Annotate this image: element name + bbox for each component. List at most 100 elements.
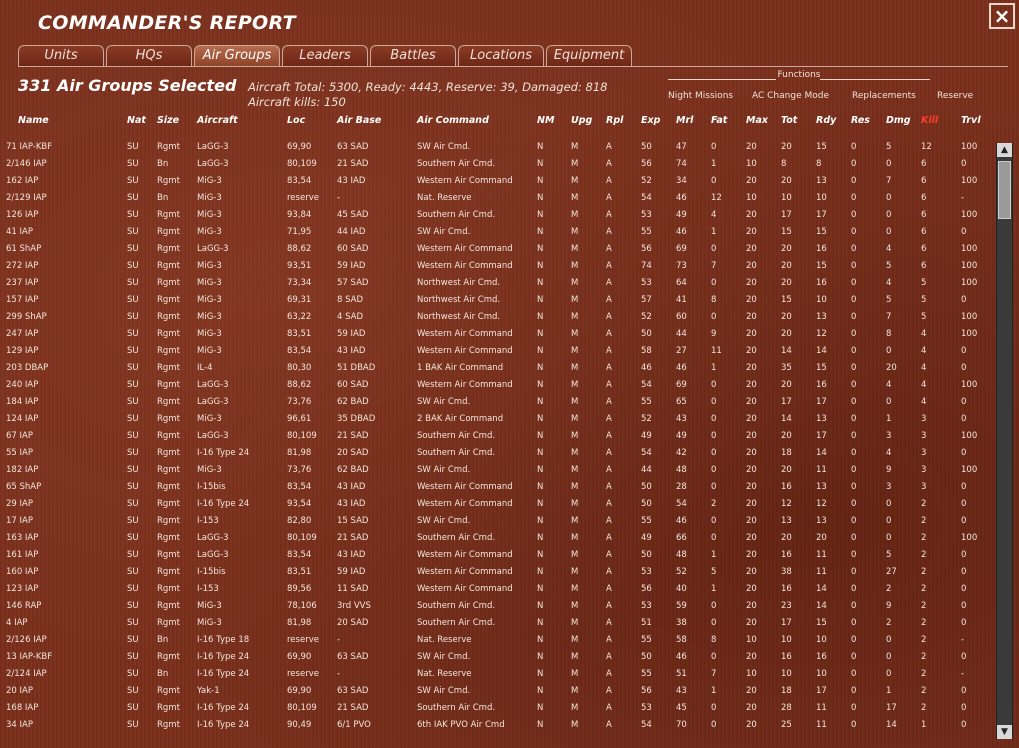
column-header-loc[interactable]: Loc <box>287 115 305 126</box>
column-header-nat[interactable]: Nat <box>127 115 146 126</box>
table-row[interactable]: 71 IAP-KBF SU Rgmt LaGG-3 69,90 63 SAD SW Air … <box>0 139 995 156</box>
table-row[interactable]: 41 IAP SU Rgmt MiG-3 71,95 44 IAD SW Air Cmd. N… <box>0 224 995 241</box>
cell-rdy: 17 <box>816 397 827 407</box>
table-row[interactable]: 67 IAP SU Rgmt LaGG-3 80,109 21 SAD Southern A… <box>0 428 995 445</box>
tab-hqs[interactable]: HQs <box>106 45 192 66</box>
column-header-max[interactable]: Max <box>746 115 768 126</box>
table-row[interactable]: 65 ShAP SU Rgmt I-15bis 83,54 43 IAD Western A… <box>0 479 995 496</box>
column-header-kill[interactable]: Kill <box>921 115 938 126</box>
cell-size: Rgmt <box>157 210 180 220</box>
cell-mrl: 74 <box>676 159 687 169</box>
cell-trvl: 100 <box>961 312 978 322</box>
column-header-upg[interactable]: Upg <box>571 115 592 126</box>
table-row[interactable]: 237 IAP SU Rgmt MiG-3 73,34 57 SAD Northwest A… <box>0 275 995 292</box>
function-ac-change-modebutton[interactable]: AC Change Mode <box>752 91 829 101</box>
column-header-air-command[interactable]: Air Command <box>417 115 489 126</box>
scroll-down-button[interactable]: ▼ <box>997 725 1012 739</box>
table-row[interactable]: 240 IAP SU Rgmt LaGG-3 88,62 60 SAD Western Ai… <box>0 377 995 394</box>
cell-air-command: Western Air Command <box>417 567 513 577</box>
tab-units[interactable]: Units <box>18 45 104 66</box>
tab-air-groups[interactable]: Air Groups <box>194 45 280 66</box>
table-row[interactable]: 272 IAP SU Rgmt MiG-3 93,51 59 IAD Western Air… <box>0 258 995 275</box>
table-row[interactable]: 184 IAP SU Rgmt LaGG-3 73,76 62 BAD SW Air Cmd… <box>0 394 995 411</box>
function-replacementsbutton[interactable]: Replacements <box>852 91 916 101</box>
column-header-rdy[interactable]: Rdy <box>816 115 836 126</box>
table-row[interactable]: 34 IAP SU Rgmt I-16 Type 24 90,49 6/1 PVO 6th … <box>0 717 995 734</box>
column-header-rpl[interactable]: Rpl <box>606 115 623 126</box>
scroll-up-button[interactable]: ▲ <box>997 143 1012 157</box>
table-row[interactable]: 160 IAP SU Rgmt I-15bis 83,51 59 IAD Western A… <box>0 564 995 581</box>
table-row[interactable]: 61 ShAP SU Rgmt LaGG-3 88,62 60 SAD Western Ai… <box>0 241 995 258</box>
table-row[interactable]: 161 IAP SU Rgmt LaGG-3 83,54 43 IAD Western Ai… <box>0 547 995 564</box>
table-row[interactable]: 2/146 IAP SU Bn LaGG-3 80,109 21 SAD Southern … <box>0 156 995 173</box>
table-row[interactable]: 157 IAP SU Rgmt MiG-3 69,31 8 SAD Northwest Ai… <box>0 292 995 309</box>
cell-upg: M <box>571 516 579 526</box>
cell-kill: 3 <box>921 482 927 492</box>
table-row[interactable]: 203 DBAP SU Rgmt IL-4 80,30 51 DBAD 1 BAK Air … <box>0 360 995 377</box>
table-row[interactable]: 2/129 IAP SU Bn MiG-3 reserve - Nat. Reserve N M… <box>0 190 995 207</box>
cell-rpl: A <box>606 567 612 577</box>
table-row[interactable]: 146 RAP SU Rgmt MiG-3 78,106 3rd VVS Southern … <box>0 598 995 615</box>
table-row[interactable]: 55 IAP SU Rgmt I-16 Type 24 81,98 20 SAD South… <box>0 445 995 462</box>
function-reservebutton[interactable]: Reserve <box>937 91 973 101</box>
column-header-res[interactable]: Res <box>851 115 870 126</box>
cell-res: 0 <box>851 499 857 509</box>
cell-dmg: 3 <box>886 482 892 492</box>
cell-mrl: 44 <box>676 329 687 339</box>
cell-loc: 93,51 <box>287 261 312 271</box>
cell-max: 20 <box>746 533 757 543</box>
cell-aircraft: I-153 <box>197 516 219 526</box>
table-row[interactable]: 182 IAP SU Rgmt MiG-3 73,76 62 BAD SW Air Cmd.… <box>0 462 995 479</box>
column-header-mrl[interactable]: Mrl <box>676 115 693 126</box>
column-header-tot[interactable]: Tot <box>781 115 797 126</box>
cell-tot: 25 <box>781 720 792 730</box>
cell-mrl: 60 <box>676 312 687 322</box>
cell-fat: 0 <box>711 312 717 322</box>
table-row[interactable]: 163 IAP SU Rgmt LaGG-3 80,109 21 SAD Southern … <box>0 530 995 547</box>
table-row[interactable]: 123 IAP SU Rgmt I-153 89,56 11 SAD Western Air… <box>0 581 995 598</box>
table-row[interactable]: 17 IAP SU Rgmt I-153 82,80 15 SAD SW Air Cmd. N… <box>0 513 995 530</box>
column-header-nm[interactable]: NM <box>537 115 554 126</box>
table-row[interactable]: 2/126 IAP SU Bn I-16 Type 18 reserve - Nat. Re… <box>0 632 995 649</box>
cell-name: 124 IAP <box>6 414 39 424</box>
table-row[interactable]: 299 ShAP SU Rgmt MiG-3 63,22 4 SAD Northwest A… <box>0 309 995 326</box>
cell-air-command: 1 BAK Air Command <box>417 363 504 373</box>
table-scrollbar[interactable]: ▲ ▼ <box>996 143 1013 739</box>
table-row[interactable]: 13 IAP-KBF SU Rgmt I-16 Type 24 69,90 63 SAD S… <box>0 649 995 666</box>
table-row[interactable]: 129 IAP SU Rgmt MiG-3 83,54 43 IAD Western Air… <box>0 343 995 360</box>
column-header-name[interactable]: Name <box>18 115 49 126</box>
column-header-dmg[interactable]: Dmg <box>886 115 911 126</box>
table-row[interactable]: 4 IAP SU Rgmt MiG-3 81,98 20 SAD Southern Air … <box>0 615 995 632</box>
close-button[interactable]: × <box>989 3 1015 29</box>
cell-fat: 5 <box>711 567 717 577</box>
cell-max: 20 <box>746 601 757 611</box>
table-row[interactable]: 20 IAP SU Rgmt Yak-1 69,90 63 SAD SW Air Cmd. N… <box>0 683 995 700</box>
column-header-size[interactable]: Size <box>157 115 179 126</box>
column-header-trvl[interactable]: Trvl <box>961 115 981 126</box>
table-row[interactable]: 247 IAP SU Rgmt MiG-3 83,51 59 IAD Western Air… <box>0 326 995 343</box>
table-row[interactable]: 124 IAP SU Rgmt MiG-3 96,61 35 DBAD 2 BAK Air … <box>0 411 995 428</box>
cell-res: 0 <box>851 652 857 662</box>
cell-kill: 2 <box>921 567 927 577</box>
cell-nat: SU <box>127 261 139 271</box>
table-row[interactable]: 162 IAP SU Rgmt MiG-3 83,54 43 IAD Western Air… <box>0 173 995 190</box>
cell-tot: 16 <box>781 652 792 662</box>
cell-kill: 2 <box>921 533 927 543</box>
table-row[interactable]: 126 IAP SU Rgmt MiG-3 93,84 45 SAD Southern Ai… <box>0 207 995 224</box>
scroll-thumb[interactable] <box>998 161 1011 219</box>
column-header-air-base[interactable]: Air Base <box>337 115 381 126</box>
table-row[interactable]: 2/124 IAP SU Bn I-16 Type 24 reserve - Nat. Re… <box>0 666 995 683</box>
cell-air-base: 45 SAD <box>337 210 369 220</box>
table-row[interactable]: 29 IAP SU Rgmt I-16 Type 24 93,54 43 IAD Weste… <box>0 496 995 513</box>
table-row[interactable]: 168 IAP SU Rgmt I-16 Type 24 80,109 21 SAD Sou… <box>0 700 995 717</box>
function-night-missionsbutton[interactable]: Night Missions <box>668 91 733 101</box>
tab-equipment[interactable]: Equipment <box>546 45 632 66</box>
tab-leaders[interactable]: Leaders <box>282 45 368 66</box>
column-header-aircraft[interactable]: Aircraft <box>197 115 238 126</box>
cell-loc: 73,76 <box>287 465 312 475</box>
cell-rdy: 15 <box>816 142 827 152</box>
tab-locations[interactable]: Locations <box>458 45 544 66</box>
column-header-fat[interactable]: Fat <box>711 115 727 126</box>
tab-battles[interactable]: Battles <box>370 45 456 66</box>
column-header-exp[interactable]: Exp <box>641 115 660 126</box>
